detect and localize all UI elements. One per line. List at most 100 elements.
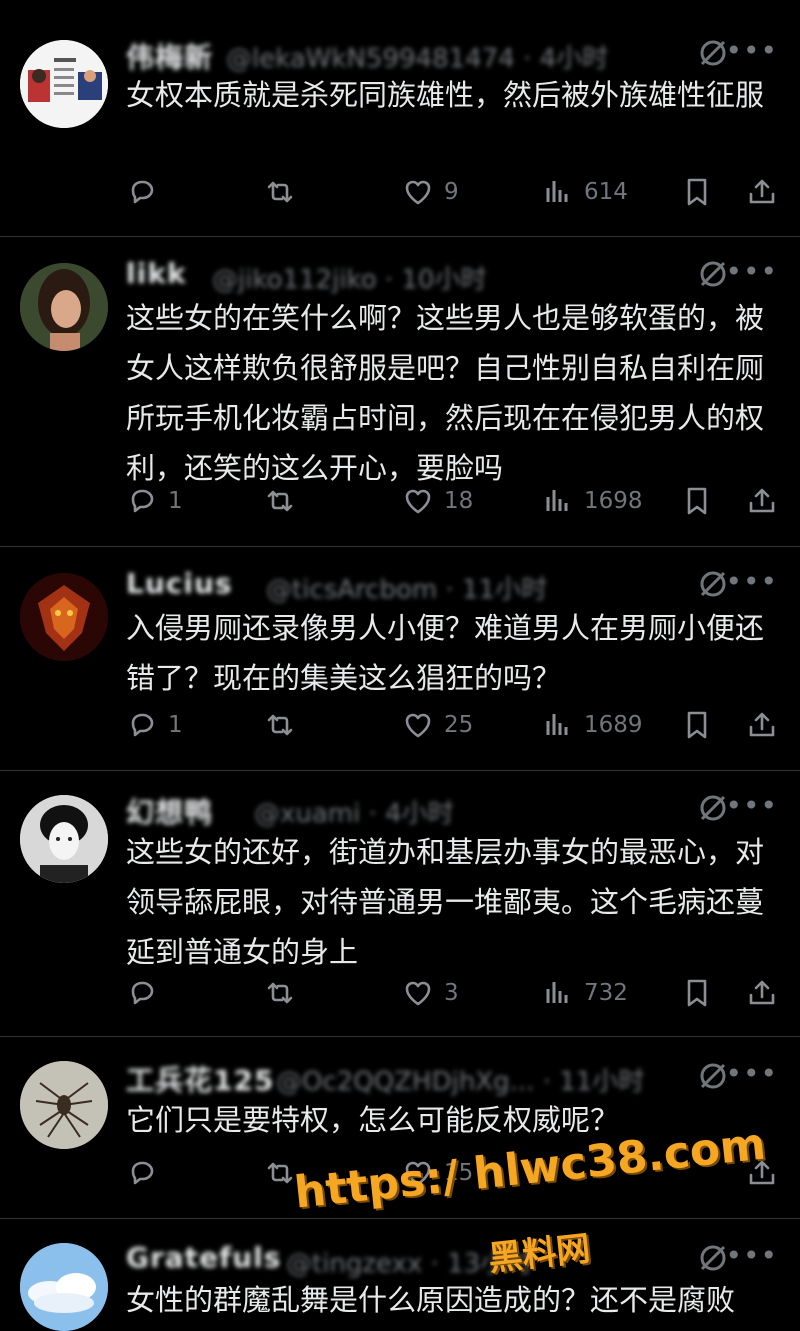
- grok-icon[interactable]: [698, 259, 728, 289]
- post-text: 入侵男厕还录像男人小便？难道男人在男厕小便还错了？现在的集美这么猖狂的吗？: [126, 611, 765, 695]
- bookmark-button[interactable]: [681, 705, 713, 745]
- post-header: Gratefuls @tingzexx · 13小时 •••: [126, 1239, 800, 1279]
- share-button[interactable]: [746, 973, 778, 1013]
- like-count: 18: [444, 488, 474, 514]
- retweet-icon: [267, 982, 293, 1004]
- bookmark-icon: [687, 979, 707, 1007]
- post-header: 幻想鸭 @xuami · 4小时 •••: [126, 789, 800, 829]
- views-count: 732: [584, 980, 628, 1006]
- handle-time[interactable]: @xuami · 4小时: [254, 793, 454, 830]
- retweet-icon: [267, 181, 293, 203]
- action-bar: 3 732: [126, 973, 786, 1013]
- action-bar: 1 18 1698: [126, 481, 786, 521]
- post[interactable]: Gratefuls @tingzexx · 13小时 ••• 女性的群魔乱舞是什…: [0, 1218, 800, 1331]
- display-name[interactable]: 工兵花125: [126, 1059, 274, 1099]
- bookmark-icon: [687, 711, 707, 739]
- heart-icon: [405, 180, 431, 205]
- grok-icon[interactable]: [698, 38, 728, 68]
- share-icon: [749, 179, 775, 204]
- like-button[interactable]: 18: [402, 481, 473, 521]
- views-count: 1689: [584, 712, 643, 738]
- reply-button[interactable]: [126, 1153, 168, 1193]
- share-icon: [749, 488, 775, 513]
- more-icon[interactable]: •••: [725, 1057, 778, 1090]
- views-count: 614: [584, 179, 628, 205]
- views-button[interactable]: 1689: [542, 705, 643, 745]
- post[interactable]: 幻想鸭 @xuami · 4小时 ••• 这些女的还好，街道办和基层办事女的最恶…: [0, 770, 800, 1037]
- like-button[interactable]: 25: [402, 705, 473, 745]
- retweet-button[interactable]: [264, 172, 306, 212]
- reply-button[interactable]: [126, 973, 168, 1013]
- reply-icon: [131, 489, 154, 513]
- share-button[interactable]: [746, 481, 778, 521]
- more-icon[interactable]: •••: [725, 1239, 778, 1272]
- retweet-button[interactable]: [264, 481, 306, 521]
- share-button[interactable]: [746, 705, 778, 745]
- avatar[interactable]: [20, 1061, 108, 1149]
- heart-icon: [405, 489, 431, 514]
- post-text: 这些女的还好，街道办和基层办事女的最恶心，对领导舔屁眼，对待普通男一堆鄙夷。这个…: [126, 835, 765, 969]
- post[interactable]: 伟梅新 @lekaWkN599481474 · 4小时 ••• 女权本质就是杀死…: [0, 10, 800, 236]
- avatar[interactable]: [20, 40, 108, 128]
- avatar[interactable]: [20, 795, 108, 883]
- like-button[interactable]: 9: [402, 172, 459, 212]
- reply-icon: [131, 1161, 154, 1185]
- reply-count: 1: [168, 712, 183, 738]
- retweet-icon: [267, 490, 293, 512]
- retweet-icon: [267, 1162, 293, 1184]
- reply-button[interactable]: 1: [126, 481, 183, 521]
- views-button[interactable]: 732: [542, 973, 628, 1013]
- views-count: 1698: [584, 488, 643, 514]
- views-icon: [546, 982, 568, 1003]
- post-header: 工兵花125 @Oc2QQZHDjhXg... · 11小时 •••: [126, 1057, 800, 1097]
- display-name[interactable]: 幻想鸭: [126, 791, 213, 831]
- bookmark-button[interactable]: [681, 172, 713, 212]
- reply-button[interactable]: 1: [126, 705, 183, 745]
- action-bar: 1 25 1689: [126, 705, 786, 745]
- post[interactable]: likk @jiko112jiko · 10小时 ••• 这些女的在笑什么啊？这…: [0, 236, 800, 547]
- handle-time[interactable]: @jiko112jiko · 10小时: [212, 259, 486, 296]
- views-icon: [546, 181, 568, 202]
- bookmark-icon: [687, 178, 707, 206]
- grok-icon[interactable]: [698, 1243, 728, 1273]
- share-button[interactable]: [746, 172, 778, 212]
- grok-icon[interactable]: [698, 1061, 728, 1091]
- like-count: 3: [444, 980, 459, 1006]
- views-button[interactable]: 614: [542, 172, 628, 212]
- like-button[interactable]: 3: [402, 973, 459, 1013]
- bookmark-button[interactable]: [681, 481, 713, 521]
- heart-icon: [405, 981, 431, 1006]
- retweet-button[interactable]: [264, 973, 306, 1013]
- display-name[interactable]: likk: [126, 257, 186, 290]
- grok-icon[interactable]: [698, 569, 728, 599]
- like-count: 9: [444, 179, 459, 205]
- retweet-button[interactable]: [264, 705, 306, 745]
- views-button[interactable]: 1698: [542, 481, 643, 521]
- more-icon[interactable]: •••: [725, 565, 778, 598]
- bookmark-button[interactable]: [681, 973, 713, 1013]
- retweet-icon: [267, 714, 293, 736]
- share-icon: [749, 980, 775, 1005]
- more-icon[interactable]: •••: [725, 34, 778, 67]
- views-icon: [546, 490, 568, 511]
- reply-button[interactable]: [126, 172, 168, 212]
- post-text: 女权本质就是杀死同族雄性，然后被外族雄性征服: [126, 78, 765, 112]
- action-bar: 9 614: [126, 172, 786, 212]
- handle-time[interactable]: @Oc2QQZHDjhXg... · 11小时: [276, 1061, 644, 1098]
- grok-icon[interactable]: [698, 793, 728, 823]
- like-count: 25: [444, 712, 474, 738]
- share-icon: [749, 712, 775, 737]
- more-icon[interactable]: •••: [725, 255, 778, 288]
- post[interactable]: Lucius @ticsArcbom · 11小时 ••• 入侵男厕还录像男人小…: [0, 546, 800, 771]
- more-icon[interactable]: •••: [725, 789, 778, 822]
- handle-time[interactable]: @ticsArcbom · 11小时: [266, 569, 547, 606]
- heart-icon: [405, 713, 431, 738]
- post-text: 这些女的在笑什么啊？这些男人也是够软蛋的，被女人这样欺负很舒服是吧？自己性别自私…: [126, 301, 765, 485]
- reply-icon: [131, 180, 154, 204]
- reply-icon: [131, 981, 154, 1005]
- reply-icon: [131, 713, 154, 737]
- avatar[interactable]: [20, 263, 108, 351]
- display-name[interactable]: Lucius: [126, 567, 233, 600]
- avatar[interactable]: [20, 573, 108, 661]
- display-name[interactable]: Gratefuls: [126, 1241, 281, 1274]
